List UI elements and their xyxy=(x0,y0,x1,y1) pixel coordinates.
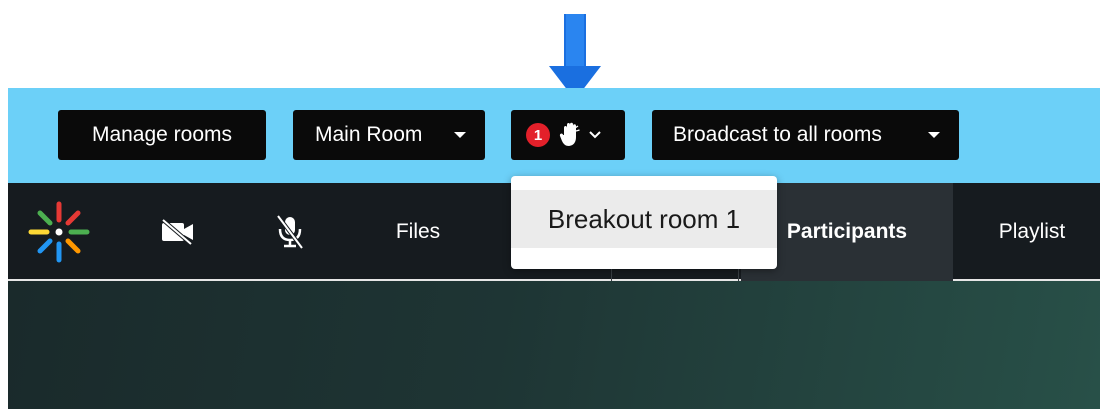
app-logo-icon xyxy=(28,201,90,263)
raised-hand-icon xyxy=(559,122,580,146)
tab-files[interactable]: Files xyxy=(373,183,463,281)
manage-rooms-button[interactable]: Manage rooms xyxy=(58,110,266,160)
tab-participants-label: Participants xyxy=(786,220,908,243)
caret-down-icon xyxy=(928,132,940,138)
video-off-icon xyxy=(161,219,193,245)
dropdown-item-label: Breakout room 1 xyxy=(547,203,741,234)
mic-off-icon xyxy=(276,214,304,250)
main-room-select[interactable]: Main Room xyxy=(293,110,485,160)
tab-playlist[interactable]: Playlist xyxy=(968,183,1096,281)
hand-count-badge: 1 xyxy=(526,123,550,147)
video-toggle-button[interactable] xyxy=(148,183,208,281)
breakout-toolbar: Manage rooms Main Room 1 Broadcast to al… xyxy=(8,88,1100,183)
main-room-label: Main Room xyxy=(315,123,423,146)
main-content-area xyxy=(8,281,1100,409)
dropdown-item-breakout-room-1[interactable]: Breakout room 1 xyxy=(511,190,777,248)
caret-down-icon xyxy=(454,132,466,138)
tab-playlist-label: Playlist xyxy=(998,220,1066,243)
broadcast-select[interactable]: Broadcast to all rooms xyxy=(652,110,959,160)
chevron-down-icon xyxy=(589,131,601,139)
tab-files-label: Files xyxy=(395,220,441,243)
raised-hands-dropdown: Breakout room 1 xyxy=(511,176,777,269)
broadcast-label: Broadcast to all rooms xyxy=(673,123,882,146)
mic-toggle-button[interactable] xyxy=(260,183,320,281)
manage-rooms-label: Manage rooms xyxy=(91,123,233,146)
raised-hands-button[interactable]: 1 xyxy=(511,110,625,160)
